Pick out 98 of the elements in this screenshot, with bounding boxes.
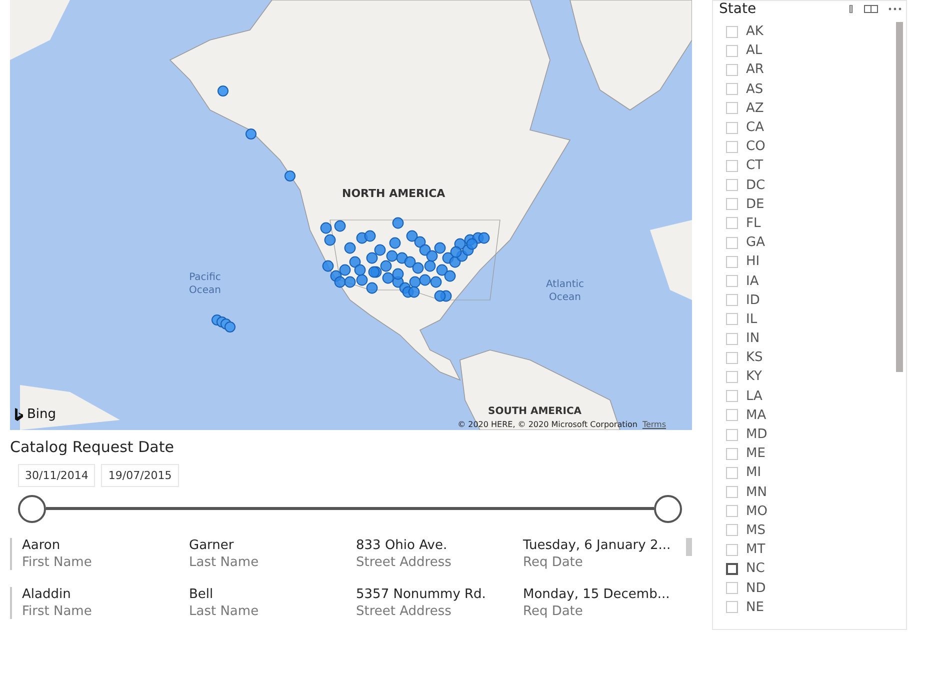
field-value: Aaron <box>22 538 62 553</box>
map-label: Pacific Ocean <box>188 271 222 297</box>
state-label: MI <box>746 465 762 480</box>
state-label: GA <box>746 235 765 250</box>
state-label: AR <box>746 62 764 78</box>
bing-brand-text: Bing <box>27 407 56 422</box>
state-option[interactable]: MI <box>726 463 876 482</box>
state-option[interactable]: MA <box>726 406 876 425</box>
map-label: Atlantic Ocean <box>544 278 586 304</box>
map-label: SOUTH AMERICA <box>488 407 582 417</box>
state-option[interactable]: KS <box>726 348 876 368</box>
field-value: Garner <box>189 538 235 553</box>
state-option[interactable]: AL <box>726 41 876 60</box>
state-label: MA <box>746 408 766 423</box>
state-label: AL <box>746 43 762 58</box>
state-option[interactable]: NC <box>726 559 876 578</box>
scrollbar-thumb[interactable] <box>896 22 903 372</box>
state-option[interactable]: DE <box>726 194 876 214</box>
map-label: NORTH AMERICA <box>342 187 446 200</box>
focus-mode-icon[interactable] <box>864 5 878 13</box>
state-label: MO <box>746 504 768 519</box>
slider-handle[interactable] <box>654 495 682 523</box>
state-option[interactable]: MS <box>726 520 876 540</box>
field-label: Street Address <box>356 555 452 570</box>
slicer-title: Catalog Request Date <box>10 438 175 456</box>
state-option[interactable]: ID <box>726 290 876 310</box>
field-label: Req Date <box>523 604 584 619</box>
bing-logo-icon <box>14 408 24 422</box>
state-option[interactable]: MD <box>726 424 876 444</box>
field-value: Aladdin <box>22 587 72 602</box>
field-value: Tuesday, 6 January 2... <box>523 538 672 553</box>
field-label: Last Name <box>189 604 260 619</box>
state-option[interactable]: LA <box>726 386 876 406</box>
state-label: IN <box>746 331 760 346</box>
end-date-field[interactable]: 19/07/2015 <box>101 464 179 487</box>
state-label: HI <box>746 254 760 270</box>
state-option[interactable]: IN <box>726 329 876 348</box>
filter-icon[interactable] <box>848 5 854 13</box>
state-label: CO <box>746 139 766 154</box>
start-date-field[interactable]: 30/11/2014 <box>18 464 96 487</box>
state-option[interactable]: MT <box>726 540 876 560</box>
state-option[interactable]: ND <box>726 578 876 598</box>
scrollbar-thumb[interactable] <box>686 538 692 556</box>
checkbox[interactable] <box>726 562 738 575</box>
field-value: 5357 Nonummy Rd. <box>356 587 487 602</box>
state-option[interactable]: AK <box>726 22 876 42</box>
state-label: FL <box>746 216 761 231</box>
state-label: ND <box>746 580 766 596</box>
state-label: AS <box>746 82 764 97</box>
terms-link[interactable]: Terms <box>642 420 666 429</box>
state-label: NC <box>746 561 765 576</box>
state-label: AZ <box>746 100 764 116</box>
field-label: First Name <box>22 604 93 619</box>
field-label: First Name <box>22 555 93 570</box>
state-label: AK <box>746 24 764 40</box>
state-option[interactable]: AR <box>726 60 876 80</box>
state-option[interactable]: AS <box>726 80 876 99</box>
state-option[interactable]: AZ <box>726 98 876 118</box>
state-option[interactable]: ME <box>726 444 876 464</box>
state-option[interactable]: NE <box>726 598 876 617</box>
state-option[interactable]: HI <box>726 252 876 272</box>
state-option[interactable]: CO <box>726 137 876 156</box>
field-value: Monday, 15 Decemb... <box>523 587 671 602</box>
field-value: 833 Ohio Ave. <box>356 538 448 553</box>
slicer-title: State <box>719 2 756 16</box>
state-option[interactable]: MO <box>726 502 876 521</box>
field-label: Last Name <box>189 555 260 570</box>
state-label: ID <box>746 292 760 308</box>
state-option[interactable]: CT <box>726 156 876 176</box>
copyright-text: © 2020 HERE, © 2020 Microsoft Corporation <box>458 420 638 429</box>
state-label: CT <box>746 158 764 174</box>
state-option[interactable]: KY <box>726 367 876 387</box>
state-label: LA <box>746 388 762 404</box>
state-label: IA <box>746 274 759 289</box>
field-value: Bell <box>189 587 214 602</box>
more-options-icon[interactable] <box>888 7 902 11</box>
slider-handle[interactable] <box>18 495 46 523</box>
state-option[interactable]: CA <box>726 118 876 138</box>
state-option[interactable]: IL <box>726 310 876 329</box>
state-label: MD <box>746 427 768 442</box>
state-label: KY <box>746 369 762 384</box>
state-label: KS <box>746 350 763 366</box>
state-option[interactable]: MN <box>726 482 876 502</box>
state-label: DC <box>746 178 766 193</box>
state-label: CA <box>746 120 764 136</box>
state-option[interactable]: GA <box>726 233 876 252</box>
state-label: DE <box>746 196 764 212</box>
state-label: NE <box>746 600 764 615</box>
field-label: Req Date <box>523 555 584 570</box>
state-option[interactable]: DC <box>726 176 876 195</box>
state-label: ME <box>746 446 766 462</box>
state-label: MS <box>746 522 766 538</box>
state-option[interactable]: IA <box>726 271 876 291</box>
state-label: MT <box>746 542 766 558</box>
state-option[interactable]: FL <box>726 214 876 234</box>
state-label: MN <box>746 484 767 500</box>
state-label: IL <box>746 312 758 327</box>
field-label: Street Address <box>356 604 452 619</box>
